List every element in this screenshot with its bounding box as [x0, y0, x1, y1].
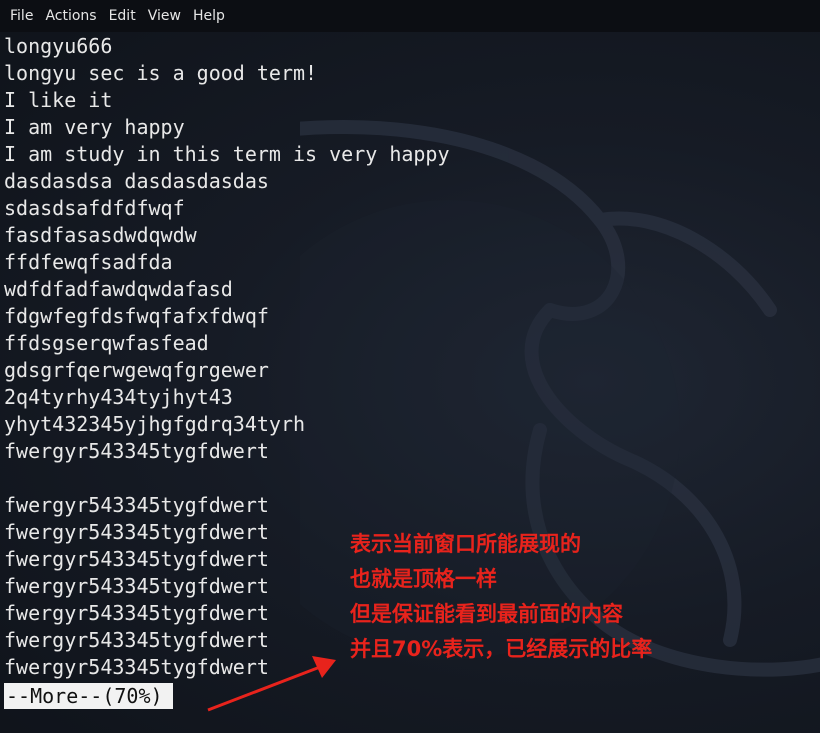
menu-bar: File Actions Edit View Help	[0, 0, 820, 32]
terminal-line: 2q4tyrhy434tyjhyt43	[4, 385, 233, 409]
menu-actions[interactable]: Actions	[39, 0, 102, 32]
terminal-window[interactable]: File Actions Edit View Help longyu666 lo…	[0, 0, 820, 733]
menu-view[interactable]: View	[142, 0, 187, 32]
terminal-line: longyu666	[4, 34, 113, 58]
terminal-line: I am very happy	[4, 115, 185, 139]
menu-help[interactable]: Help	[187, 0, 231, 32]
more-pager-prompt: --More--(70%)	[4, 683, 173, 709]
menu-edit[interactable]: Edit	[103, 0, 142, 32]
terminal-line: fdgwfegfdsfwqfafxfdwqf	[4, 304, 269, 328]
annotation-line: 也就是顶格一样	[350, 567, 497, 591]
terminal-line: I am study in this term is very happy	[4, 142, 450, 166]
terminal-line: longyu sec is a good term!	[4, 61, 318, 85]
terminal-line: ffdfewqfsadfda	[4, 250, 173, 274]
menu-file[interactable]: File	[4, 0, 39, 32]
arrow-icon	[207, 656, 336, 712]
terminal-line: I like it	[4, 88, 113, 112]
terminal-line: ffdsgserqwfasfead	[4, 331, 209, 355]
terminal-line: fwergyr543345tygfdwert	[4, 493, 269, 517]
terminal-line: wdfdfadfawdqwdafasd	[4, 277, 233, 301]
terminal-line: gdsgrfqerwgewqfgrgewer	[4, 358, 269, 382]
annotation-line: 但是保证能看到最前面的内容	[350, 602, 623, 626]
terminal-line: fwergyr543345tygfdwert	[4, 439, 269, 463]
red-annotation: 表示当前窗口所能展现的 也就是顶格一样 但是保证能看到最前面的内容 并且70%表…	[350, 527, 652, 667]
terminal-line-blank	[4, 465, 450, 492]
annotation-line: 表示当前窗口所能展现的	[350, 532, 581, 556]
terminal-line: sdasdsafdfdfwqf	[4, 196, 185, 220]
terminal-line: yhyt432345yjhgfgdrq34tyrh	[4, 412, 306, 436]
terminal-line: dasdasdsa dasdasdasdas	[4, 169, 269, 193]
terminal-line: fasdfasasdwdqwdw	[4, 223, 197, 247]
annotation-line: 并且70%表示，已经展示的比率	[350, 637, 653, 661]
